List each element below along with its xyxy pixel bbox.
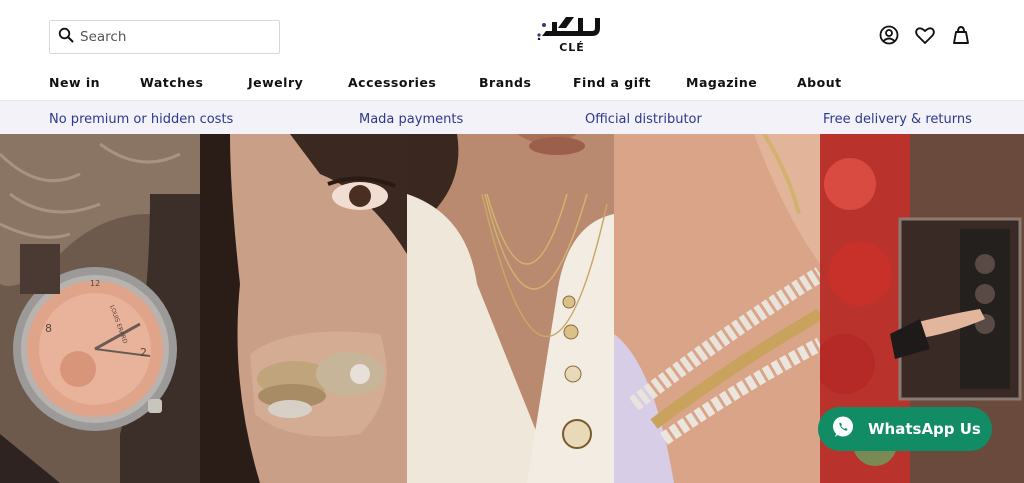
search-icon[interactable] bbox=[58, 27, 74, 47]
promo-official-distributor: Official distributor bbox=[585, 112, 702, 127]
search-input[interactable] bbox=[80, 29, 270, 45]
necklaces-image bbox=[407, 134, 614, 483]
wishlist-heart-icon[interactable] bbox=[914, 24, 936, 46]
svg-text:2: 2 bbox=[140, 346, 147, 359]
nav-new-in[interactable]: New in bbox=[49, 75, 100, 90]
nav-jewelry[interactable]: Jewelry bbox=[248, 75, 303, 90]
main-nav: New in Watches Jewelry Accessories Brand… bbox=[0, 72, 1024, 100]
watch-image: LOUIS ERARD 8 2 12 bbox=[0, 134, 200, 483]
logo-arabic-mark bbox=[537, 17, 600, 40]
logo-text: CLÉ bbox=[559, 41, 585, 54]
shopping-bag-icon[interactable] bbox=[950, 24, 972, 46]
nav-about[interactable]: About bbox=[797, 75, 842, 90]
hero-tile-bracelets[interactable] bbox=[614, 134, 820, 483]
hero-tile-necklaces[interactable] bbox=[407, 134, 614, 483]
bracelets-image bbox=[614, 134, 820, 483]
nav-watches[interactable]: Watches bbox=[140, 75, 203, 90]
hero-tile-rings[interactable] bbox=[200, 134, 407, 483]
svg-text:8: 8 bbox=[45, 322, 52, 335]
header-actions bbox=[878, 24, 972, 46]
promo-mada-payments: Mada payments bbox=[359, 112, 464, 127]
whatsapp-icon bbox=[830, 414, 856, 444]
nav-magazine[interactable]: Magazine bbox=[686, 75, 757, 90]
promo-free-delivery: Free delivery & returns bbox=[823, 112, 972, 127]
hero-tile-watch[interactable]: LOUIS ERARD 8 2 12 bbox=[0, 134, 200, 483]
account-icon[interactable] bbox=[878, 24, 900, 46]
search-box[interactable] bbox=[49, 20, 280, 54]
rings-image bbox=[200, 134, 407, 483]
whatsapp-label: WhatsApp Us bbox=[868, 420, 981, 438]
promo-no-hidden-costs: No premium or hidden costs bbox=[49, 112, 234, 127]
promo-bar: No premium or hidden costs Mada payments… bbox=[0, 100, 1024, 134]
nav-accessories[interactable]: Accessories bbox=[348, 75, 436, 90]
svg-text:12: 12 bbox=[90, 279, 100, 288]
nav-find-a-gift[interactable]: Find a gift bbox=[573, 75, 651, 90]
nav-brands[interactable]: Brands bbox=[479, 75, 531, 90]
site-logo[interactable]: CLÉ bbox=[532, 14, 612, 58]
whatsapp-button[interactable]: WhatsApp Us bbox=[818, 407, 992, 451]
site-header: CLÉ bbox=[0, 0, 1024, 70]
